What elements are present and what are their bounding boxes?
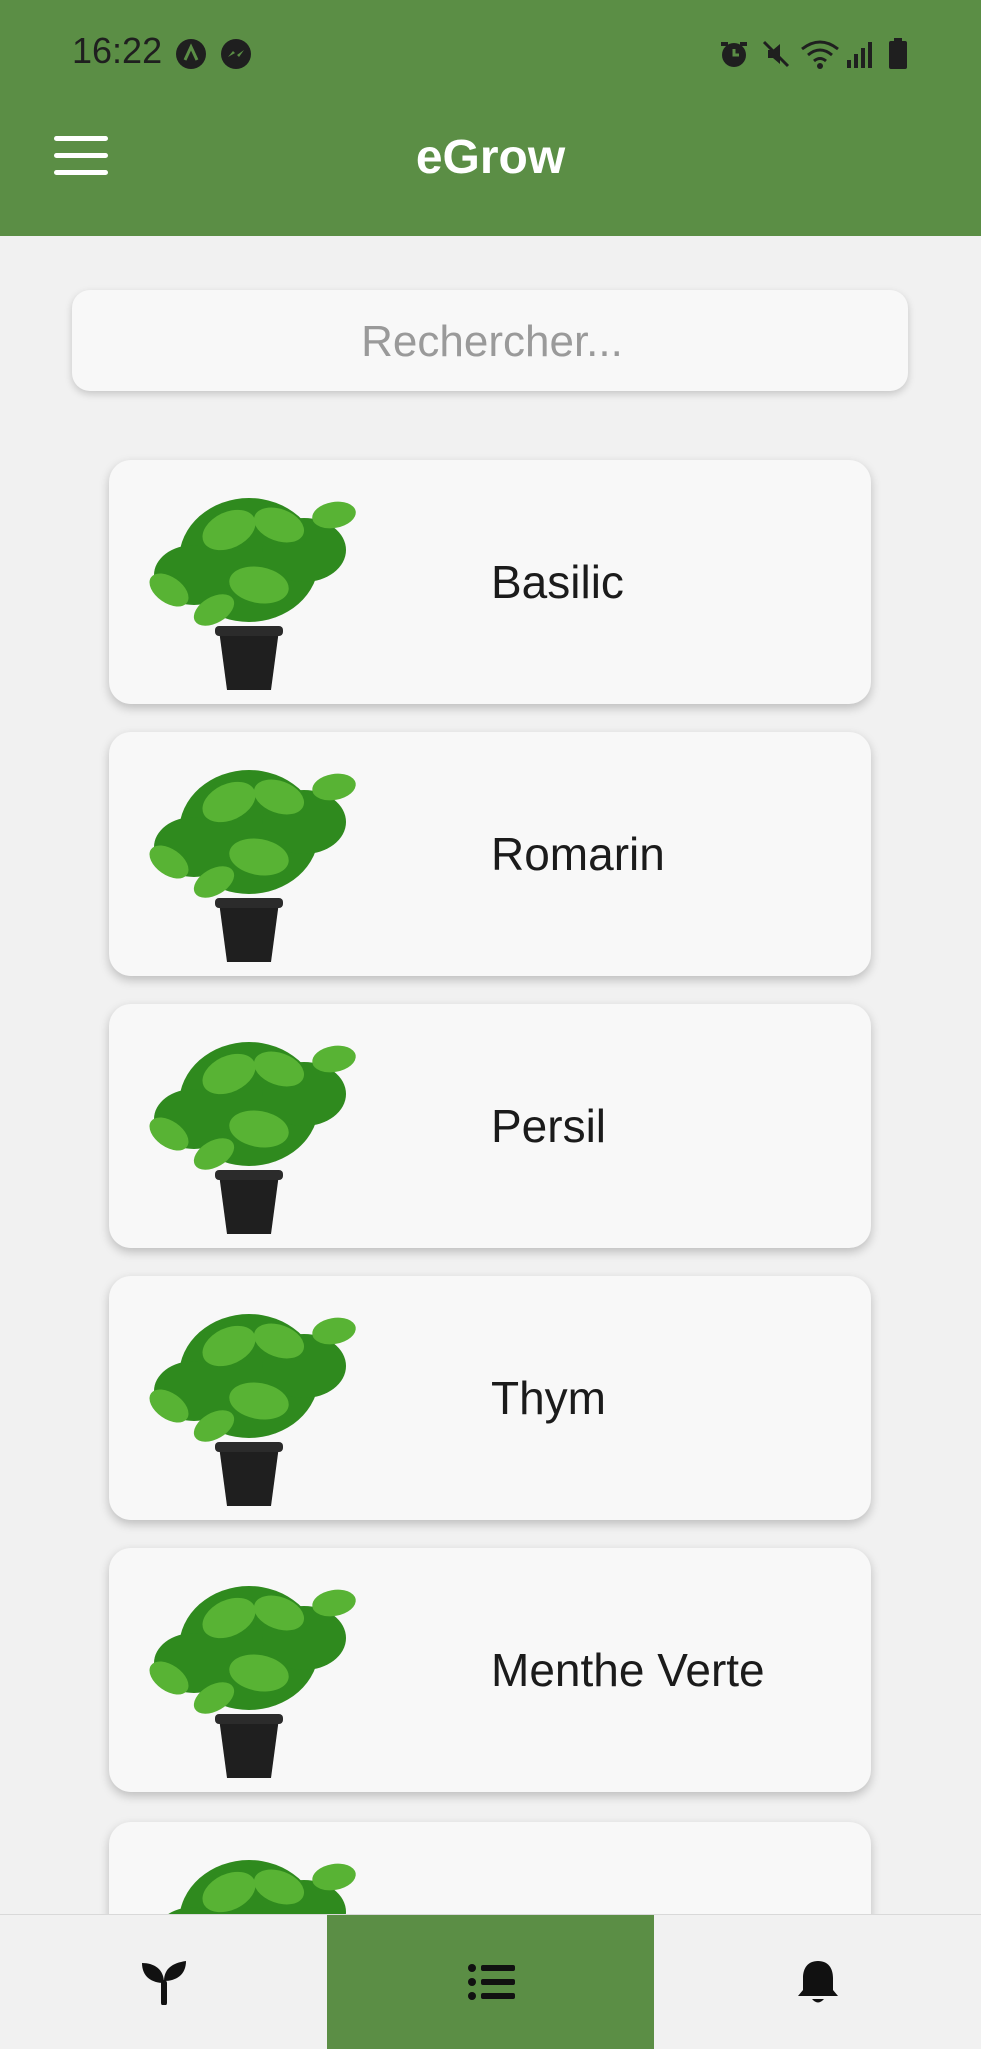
- plant-image: [149, 1042, 356, 1234]
- mute-icon: [762, 40, 790, 68]
- signal-icon: [847, 42, 872, 68]
- list-icon: [467, 1964, 515, 2000]
- tab-list[interactable]: [327, 1915, 654, 2049]
- plant-name: Thym: [491, 1372, 606, 1424]
- search-input[interactable]: [72, 290, 912, 393]
- tab-plants[interactable]: [0, 1915, 327, 2049]
- alarm-icon: [721, 42, 747, 67]
- bottom-navigation: [0, 1914, 981, 2049]
- plant-name: Basilic: [491, 556, 624, 608]
- messenger-icon: [221, 39, 251, 69]
- plant-image: [149, 1314, 356, 1506]
- plant-image: [168, 1860, 356, 1914]
- app-notification-icon: [176, 39, 206, 69]
- app-title: eGrow: [415, 131, 566, 184]
- plant-card-persil[interactable]: Persil: [109, 1004, 871, 1248]
- plant-card-thym[interactable]: Thym: [109, 1276, 871, 1520]
- plant-card-partial[interactable]: [109, 1822, 871, 1914]
- plant-image: [149, 770, 356, 962]
- status-time: 16:22: [72, 30, 163, 71]
- plant-image: [149, 498, 356, 690]
- tab-notifications[interactable]: [654, 1915, 981, 2049]
- plant-name: Persil: [491, 1100, 607, 1152]
- seedling-icon: [141, 1961, 186, 2005]
- search-bar[interactable]: [72, 290, 912, 393]
- plant-card-menthe-verte[interactable]: Menthe Verte: [109, 1548, 871, 1792]
- plant-card-romarin[interactable]: Romarin: [109, 732, 871, 976]
- plant-card-basilic[interactable]: Basilic: [109, 460, 871, 704]
- wifi-icon: [801, 40, 839, 69]
- plant-name: Romarin: [491, 828, 665, 880]
- app-bar: 16:22 eGrow: [0, 0, 981, 236]
- plant-image: [149, 1586, 356, 1778]
- battery-icon: [889, 38, 907, 69]
- plant-list[interactable]: Basilic Romarin Persil Thym Menthe Verte: [0, 0, 981, 1914]
- bell-icon: [797, 1961, 838, 2003]
- plant-name: Menthe Verte: [491, 1644, 765, 1696]
- status-bar: 16:22: [0, 0, 981, 108]
